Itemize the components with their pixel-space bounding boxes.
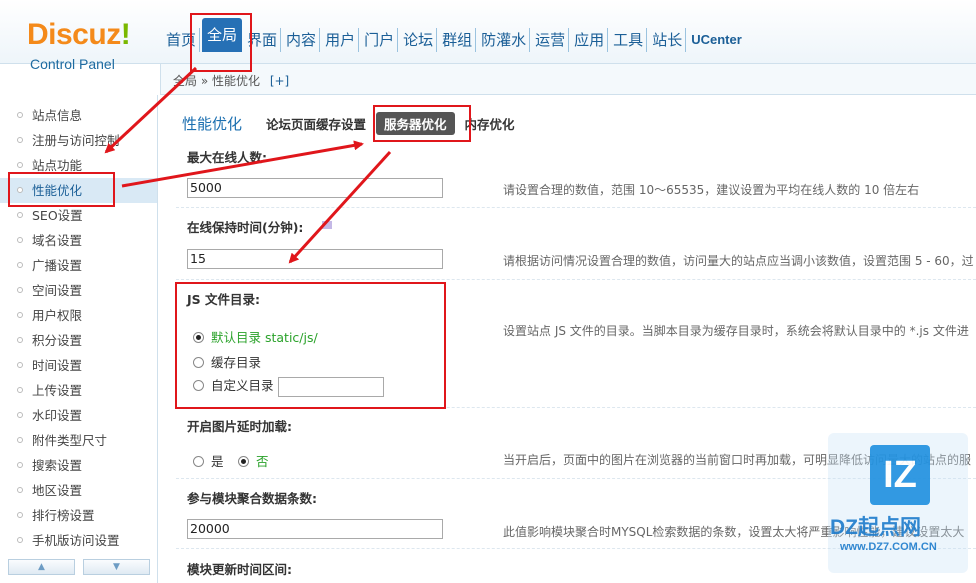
watermark-name: DZ起点网 xyxy=(830,516,921,539)
discuz-logo[interactable]: Discuz! Control Panel xyxy=(0,0,160,95)
sidebar-item-site-info[interactable]: 站点信息 xyxy=(0,103,157,128)
bullet-icon xyxy=(17,262,23,268)
watermark-url: www.DZ7.COM.CN xyxy=(840,541,937,553)
sidebar-item-upload[interactable]: 上传设置 xyxy=(0,378,157,403)
max-online-label: 最大在线人数: xyxy=(187,150,267,165)
bullet-icon xyxy=(17,337,23,343)
bullet-icon xyxy=(17,437,23,443)
divider xyxy=(176,207,976,208)
tab-memory-optimization[interactable]: 内存优化 xyxy=(465,112,515,135)
sidebar-item-register-access[interactable]: 注册与访问控制 xyxy=(0,128,157,153)
bullet-icon xyxy=(17,387,23,393)
bullet-icon xyxy=(17,287,23,293)
nav-ucenter[interactable]: UCenter xyxy=(688,28,745,52)
bullet-icon xyxy=(17,537,23,543)
annotation-box-performance xyxy=(8,172,115,207)
sidebar-item-watermark[interactable]: 水印设置 xyxy=(0,403,157,428)
nav-content[interactable]: 内容 xyxy=(283,28,321,52)
bullet-icon xyxy=(17,162,23,168)
help-icon[interactable] xyxy=(322,221,332,229)
block-max-input[interactable]: 20000 xyxy=(187,519,443,539)
sidebar-scroll-controls: ▲ ▼ xyxy=(8,559,150,575)
annotation-box-server-tab xyxy=(373,105,471,142)
lazyload-label: 开启图片延时加载: xyxy=(187,419,292,434)
divider xyxy=(176,279,976,280)
nav-tools[interactable]: 工具 xyxy=(610,28,648,52)
bullet-icon xyxy=(17,212,23,218)
bullet-icon xyxy=(17,362,23,368)
breadcrumb-bar: 全局 » 性能优化 [+] xyxy=(160,64,976,95)
breadcrumb: 全局 » 性能优化 [+] xyxy=(173,72,289,89)
nav-user[interactable]: 用户 xyxy=(322,28,360,52)
scroll-down-button[interactable]: ▼ xyxy=(83,559,150,575)
nav-portal[interactable]: 门户 xyxy=(361,28,399,52)
radio-checked-icon[interactable] xyxy=(238,456,249,467)
annotation-box-global xyxy=(190,13,252,72)
sidebar-item-attachment-types[interactable]: 附件类型尺寸 xyxy=(0,428,157,453)
sidebar: 站点信息 注册与访问控制 站点功能 性能优化 SEO设置 域名设置 广播设置 空… xyxy=(0,95,158,583)
max-online-input[interactable]: 5000 xyxy=(187,178,443,198)
sidebar-item-domain[interactable]: 域名设置 xyxy=(0,228,157,253)
sidebar-item-broadcast[interactable]: 广播设置 xyxy=(0,253,157,278)
sidebar-item-mobile[interactable]: 手机版访问设置 xyxy=(0,528,157,553)
watermark-tile: IZ xyxy=(870,445,930,505)
block-refresh-label: 模块更新时间区间: xyxy=(187,562,292,577)
nav-antispam[interactable]: 防灌水 xyxy=(478,28,531,52)
tab-forum-page-cache[interactable]: 论坛页面缓存设置 xyxy=(266,112,366,135)
sidebar-item-region[interactable]: 地区设置 xyxy=(0,478,157,503)
online-hold-input[interactable]: 15 xyxy=(187,249,443,269)
scroll-up-button[interactable]: ▲ xyxy=(8,559,75,575)
bullet-icon xyxy=(17,487,23,493)
sidebar-item-ranklist[interactable]: 排行榜设置 xyxy=(0,503,157,528)
sidebar-item-space[interactable]: 空间设置 xyxy=(0,278,157,303)
online-hold-tip: 请根据访问情况设置合理的数值，访问量大的站点应当调小该数值，设置范围 5 - 6… xyxy=(503,254,974,268)
lazyload-no-option[interactable]: 否 xyxy=(238,451,269,470)
logo-subtitle: Control Panel xyxy=(30,56,115,72)
header: Discuz! Control Panel 首页 全局 界面 内容 用户 门户 … xyxy=(0,0,976,72)
online-hold-label: 在线保持时间(分钟): xyxy=(187,220,304,235)
bullet-icon xyxy=(17,312,23,318)
bullet-icon xyxy=(17,462,23,468)
js-dir-tip: 设置站点 JS 文件的目录。当脚本目录为缓存目录时，系统会将默认目录中的 *.j… xyxy=(503,324,969,338)
sidebar-item-search[interactable]: 搜索设置 xyxy=(0,453,157,478)
sidebar-item-time[interactable]: 时间设置 xyxy=(0,353,157,378)
bullet-icon xyxy=(17,137,23,143)
lazyload-yes-option[interactable]: 是 xyxy=(193,451,224,470)
watermark-logo: IZ DZ起点网 www.DZ7.COM.CN xyxy=(828,433,968,573)
breadcrumb-text: 全局 » 性能优化 xyxy=(173,74,260,88)
logo-brand: Discuz! xyxy=(27,18,131,51)
max-online-tip: 请设置合理的数值，范围 10～65535，建议设置为平均在线人数的 10 倍左右 xyxy=(503,183,920,197)
sidebar-item-credits[interactable]: 积分设置 xyxy=(0,328,157,353)
block-max-label: 参与模块聚合数据条数: xyxy=(187,491,317,506)
nav-forum[interactable]: 论坛 xyxy=(400,28,438,52)
bullet-icon xyxy=(17,237,23,243)
page-title: 性能优化 xyxy=(182,115,243,133)
add-shortcut-link[interactable]: [+] xyxy=(270,74,289,88)
nav-group[interactable]: 群组 xyxy=(439,28,477,52)
nav-operation[interactable]: 运营 xyxy=(532,28,570,52)
nav-founder[interactable]: 站长 xyxy=(649,28,687,52)
annotation-box-js-dir xyxy=(175,282,446,409)
radio-icon[interactable] xyxy=(193,456,204,467)
sidebar-item-permissions[interactable]: 用户权限 xyxy=(0,303,157,328)
bullet-icon xyxy=(17,112,23,118)
bullet-icon xyxy=(17,412,23,418)
bullet-icon xyxy=(17,512,23,518)
nav-apps[interactable]: 应用 xyxy=(571,28,609,52)
